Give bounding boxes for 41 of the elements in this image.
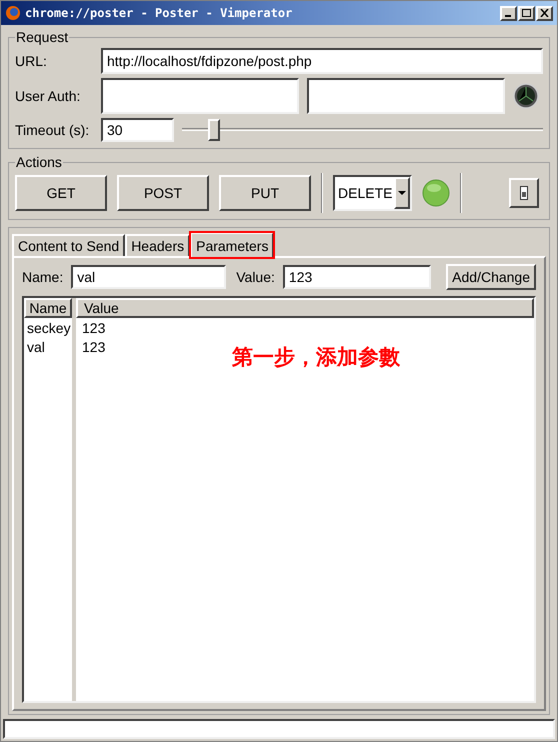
- name-label: Name:: [22, 268, 64, 286]
- group-legend: Request: [15, 27, 70, 48]
- url-label: URL:: [15, 52, 48, 70]
- radar-icon[interactable]: [513, 83, 539, 109]
- toggle-switch-button[interactable]: [509, 178, 539, 208]
- name-field[interactable]: val: [71, 265, 226, 289]
- add-change-button[interactable]: Add/Change: [446, 264, 536, 290]
- timeout-field[interactable]: 30: [101, 118, 174, 142]
- value-label: Value:: [236, 268, 275, 286]
- close-button[interactable]: [536, 6, 553, 20]
- slider-thumb[interactable]: [208, 119, 220, 141]
- column-header[interactable]: Name: [24, 298, 72, 318]
- switch-icon: [520, 186, 528, 200]
- tab[interactable]: Parameters: [190, 232, 274, 258]
- timeout-label: Timeout (s):: [15, 120, 90, 140]
- method-button[interactable]: GET: [15, 175, 107, 211]
- table-cell-text: 123: [81, 319, 106, 337]
- user-auth-label: User Auth:: [15, 86, 82, 106]
- browser-logo-icon: [5, 5, 21, 21]
- method-button[interactable]: POST: [117, 175, 209, 211]
- url-field[interactable]: http://localhost/fdipzone/post.php: [101, 48, 543, 74]
- maximize-button[interactable]: [518, 6, 535, 20]
- tab[interactable]: Content to Send: [12, 234, 126, 256]
- table-cell-text: val: [26, 338, 46, 356]
- timeout-slider[interactable]: [182, 119, 543, 141]
- table-cell-text: 123: [81, 338, 106, 356]
- method-select[interactable]: DELETE: [333, 175, 412, 211]
- status-dot-icon: [422, 179, 450, 207]
- window-title: chrome://poster - Poster - Vimperator: [25, 5, 292, 22]
- close-icon: [540, 9, 549, 17]
- password-field[interactable]: [307, 78, 505, 114]
- method-button[interactable]: PUT: [219, 175, 311, 211]
- column-header[interactable]: Value: [76, 298, 534, 318]
- username-field[interactable]: [101, 78, 299, 114]
- minimize-button[interactable]: [500, 6, 517, 20]
- group-legend: Actions: [15, 152, 63, 173]
- table-cell-text: seckey: [26, 319, 72, 337]
- maximize-icon: [522, 9, 531, 17]
- value-field[interactable]: 123: [282, 265, 431, 289]
- annotation-text: 第一步，添加参數: [232, 344, 400, 371]
- caret-icon: [398, 191, 406, 195]
